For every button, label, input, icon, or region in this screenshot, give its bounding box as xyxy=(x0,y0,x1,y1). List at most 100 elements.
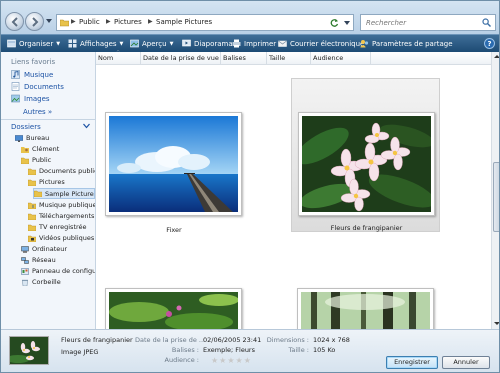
slideshow-label: Diaporama xyxy=(194,39,233,48)
scrollbar-thumb[interactable] xyxy=(493,162,499,232)
folder-icon xyxy=(28,224,36,231)
star-icon[interactable]: ★ xyxy=(244,356,251,365)
user-folder-icon xyxy=(21,146,29,153)
breadcrumb-pictures[interactable]: Pictures xyxy=(114,18,142,26)
details-dimensions-value: 1024 x 768 xyxy=(313,336,350,344)
file-list-area: Nom Date de la prise de vue Balises Tail… xyxy=(96,50,500,338)
tree-item-pictures[interactable]: Pictures xyxy=(28,178,95,186)
views-label: Affichages xyxy=(80,39,117,48)
column-date-taken[interactable]: Date de la prise de vue xyxy=(141,52,221,65)
details-date-value[interactable]: 02/06/2005 23:41 xyxy=(203,336,261,344)
tree-item-public[interactable]: Public xyxy=(21,156,95,164)
favorite-music[interactable]: Musique xyxy=(11,70,53,79)
breadcrumb-public[interactable]: Public xyxy=(79,18,100,26)
email-icon xyxy=(278,40,287,47)
tree-item-public-documents[interactable]: Documents public xyxy=(28,167,95,175)
details-tags-value[interactable]: Exemple; Fleurs xyxy=(203,346,255,354)
star-icon[interactable]: ★ xyxy=(236,356,243,365)
tree-item-clement[interactable]: Clément xyxy=(21,145,95,153)
address-bar[interactable]: ▶ Public ▶ Pictures ▶ Sample Pictures xyxy=(56,14,354,31)
tree-item-downloads[interactable]: Téléchargements xyxy=(28,212,95,220)
tree-item-recorded-tv[interactable]: TV enregistrée xyxy=(28,223,95,231)
green-leaves-image xyxy=(109,292,238,334)
favorite-pictures[interactable]: Images xyxy=(11,94,50,103)
favorites-title: Liens favoris xyxy=(11,58,56,66)
file-item-forest[interactable] xyxy=(294,284,438,338)
file-item-frangipani[interactable]: Fleurs de frangipanier xyxy=(291,78,440,232)
file-name-frangipani: Fleurs de frangipanier xyxy=(330,224,403,232)
tree-item-public-videos[interactable]: Vidéos publiques xyxy=(28,234,95,242)
tree-item-computer[interactable]: Ordinateur xyxy=(21,245,95,253)
folder-icon xyxy=(21,157,29,164)
chevron-right-icon[interactable]: ▶ xyxy=(148,18,153,25)
details-dimensions-label: Dimensions : xyxy=(266,336,309,344)
column-size[interactable]: Taille xyxy=(267,52,311,65)
back-arrow-icon xyxy=(11,17,18,27)
column-rating-label: Audience xyxy=(313,54,344,62)
scroll-up-icon[interactable] xyxy=(494,54,500,59)
frangipani-flowers-image xyxy=(302,116,431,212)
tree-item-network[interactable]: Réseau xyxy=(21,256,95,264)
slideshow-button[interactable]: Diaporama xyxy=(182,35,233,52)
share-settings-button[interactable]: Paramètres de partage xyxy=(360,35,453,52)
tree-item-label: TV enregistrée xyxy=(39,223,87,231)
search-icon[interactable] xyxy=(482,18,491,27)
help-icon[interactable]: ? xyxy=(484,38,495,49)
print-button[interactable]: Imprimer xyxy=(232,35,276,52)
save-button[interactable]: Enregistrer xyxy=(386,356,438,369)
search-box[interactable] xyxy=(360,14,496,31)
scroll-down-icon[interactable] xyxy=(494,321,500,326)
column-name-label: Nom xyxy=(98,54,114,62)
tree-item-control-panel[interactable]: Panneau de configu xyxy=(21,267,95,275)
email-button[interactable]: Courrier électronique xyxy=(278,35,364,52)
star-icon[interactable]: ★ xyxy=(219,356,226,365)
folders-header[interactable]: Dossiers xyxy=(1,119,95,132)
tree-item-public-music[interactable]: Musique publique xyxy=(28,201,95,209)
chevron-right-icon[interactable]: ▶ xyxy=(106,18,111,25)
video-folder-icon xyxy=(28,235,36,242)
frangipani-preview-image xyxy=(10,337,48,364)
more-favorites-link[interactable]: Autres » xyxy=(23,108,52,116)
star-icon[interactable]: ★ xyxy=(211,356,218,365)
tree-item-recycle-bin[interactable]: Corbeille xyxy=(21,278,95,286)
rating-stars[interactable]: ★ ★ ★ ★ ★ xyxy=(211,356,252,365)
chevron-down-icon[interactable] xyxy=(83,123,90,129)
address-dropdown-icon[interactable] xyxy=(344,20,350,26)
cancel-button[interactable]: Annuler xyxy=(442,356,490,369)
back-button[interactable] xyxy=(5,12,24,31)
details-date-label: Date de la prise de ... xyxy=(135,336,206,344)
column-size-label: Taille xyxy=(269,54,286,62)
email-label: Courrier électronique xyxy=(290,39,365,48)
desktop-icon xyxy=(15,134,23,142)
tree-item-label: Pictures xyxy=(39,178,65,186)
organize-button[interactable]: Organiser ▼ xyxy=(7,35,60,52)
vertical-scrollbar[interactable] xyxy=(491,52,500,329)
forward-button[interactable] xyxy=(25,12,44,31)
column-tags[interactable]: Balises xyxy=(221,52,267,65)
details-thumbnail xyxy=(9,336,49,365)
search-input[interactable] xyxy=(361,15,479,30)
breadcrumb-sample-pictures[interactable]: Sample Pictures xyxy=(156,18,212,26)
file-item-green-leaves[interactable] xyxy=(102,284,246,338)
details-size-label: Taille : xyxy=(288,346,309,354)
details-file-type: Image JPEG xyxy=(61,348,99,356)
tree-item-sample-pictures[interactable]: Sample Pictures xyxy=(33,188,95,199)
favorite-documents[interactable]: Documents xyxy=(11,82,64,91)
sort-arrow-icon: ^ xyxy=(116,50,121,56)
tree-item-label: Réseau xyxy=(32,256,56,264)
tree-item-desktop[interactable]: Bureau xyxy=(15,134,95,142)
column-rating[interactable]: Audience xyxy=(311,52,371,65)
column-header-row: Nom Date de la prise de vue Balises Tail… xyxy=(96,50,491,65)
organize-icon xyxy=(7,39,16,48)
preview-button[interactable]: Aperçu ▼ xyxy=(130,35,173,52)
folder-icon xyxy=(28,179,36,186)
network-icon xyxy=(21,256,29,264)
print-label: Imprimer xyxy=(244,39,277,48)
folder-icon xyxy=(28,213,36,220)
history-dropdown-icon[interactable] xyxy=(46,18,52,24)
refresh-icon[interactable] xyxy=(330,18,339,27)
thumbnail-frangipani xyxy=(298,112,435,216)
star-icon[interactable]: ★ xyxy=(227,356,234,365)
recycle-bin-icon xyxy=(22,279,28,286)
file-item-fixer[interactable]: Fixer xyxy=(102,84,246,234)
